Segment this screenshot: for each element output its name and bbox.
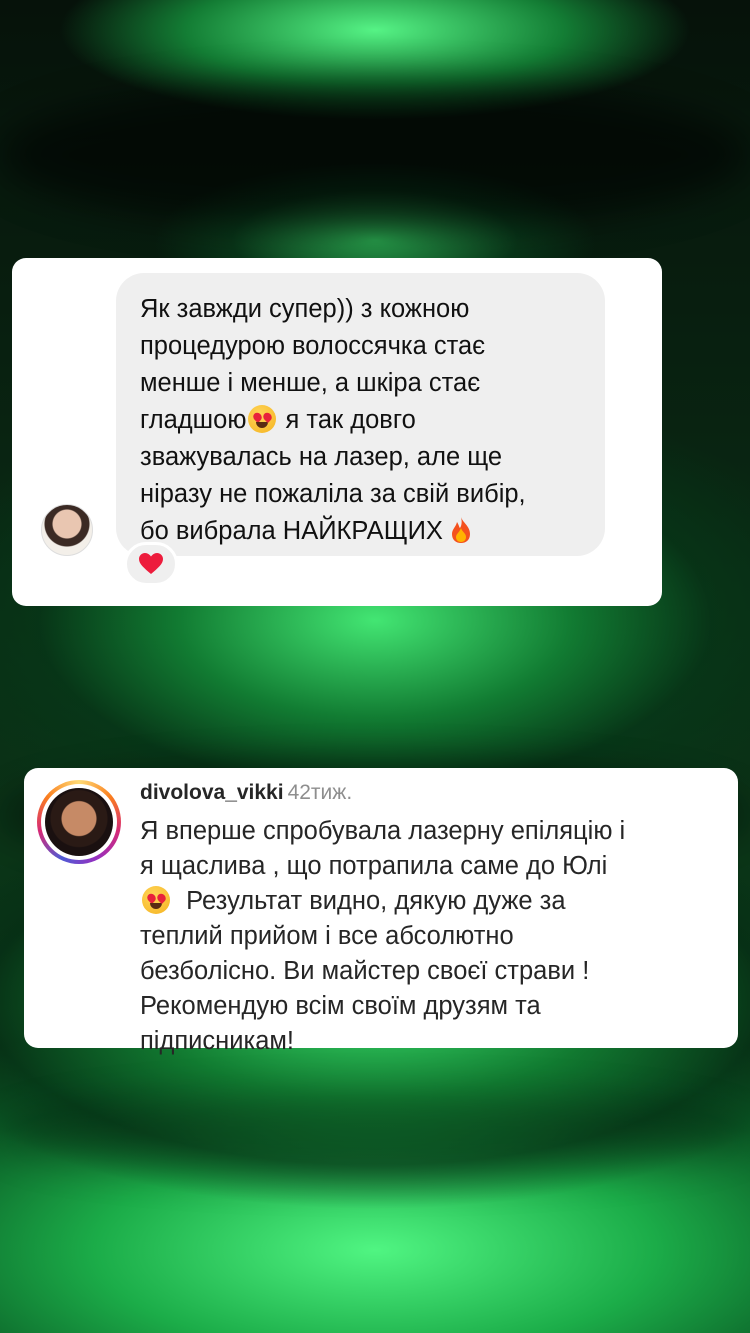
message-text: я так довго [278, 406, 416, 434]
comment-username[interactable]: divolova_vikki [140, 781, 284, 804]
heart-reaction-badge[interactable] [124, 542, 178, 586]
message-text: гладшою [140, 406, 247, 434]
background-shadow-band [0, 80, 750, 230]
message-line: зважувалась на лазер, але ще [140, 443, 503, 471]
comment-time: 42тиж. [287, 781, 353, 804]
fire-emoji-icon [452, 517, 471, 543]
message-line: Як завжди супер)) з кожною [140, 295, 470, 323]
avatar[interactable] [41, 504, 93, 556]
message-text: бо вибрала НАЙКРАЩИХ [140, 517, 443, 545]
heart-eyes-emoji-icon [248, 405, 277, 433]
heart-icon [139, 553, 163, 574]
comment-header: divolova_vikki 42тиж. [140, 780, 352, 806]
blurred-green-background [0, 0, 750, 1333]
comment-line: я щаслива , що потрапила саме до Юлі [140, 852, 608, 880]
comment-line: безболісно. Ви майстер своєї страви ! [140, 957, 590, 985]
message-line: гладшою я так довго [140, 402, 581, 439]
background-shadow-band [0, 1090, 750, 1180]
message-bubble[interactable]: Як завжди супер)) з кожною процедурою во… [116, 273, 605, 556]
comment-line: підписникам! [140, 1027, 294, 1055]
message-line: ніразу не пожаліла за свій вибір, [140, 480, 526, 508]
comment-line: теплий прийом і все абсолютно [140, 922, 514, 950]
comment-line: Результат видно, дякую дуже за [140, 884, 726, 919]
comment-line: Рекомендую всім своїм друзям та [140, 992, 541, 1020]
comment-line: Я вперше спробувала лазерну епіляцію і [140, 817, 626, 845]
message-line: процедурою волоссячка стає [140, 332, 486, 360]
commenter-avatar[interactable] [37, 780, 121, 864]
message-line: менше і менше, а шкіра стає [140, 369, 481, 397]
avatar-photo [45, 788, 113, 856]
heart-eyes-emoji-icon [142, 886, 170, 914]
comment-body: Я вперше спробувала лазерну епіляцію і я… [140, 814, 726, 1059]
comment-screenshot-card: divolova_vikki 42тиж. Я вперше спробувала… [24, 768, 738, 1055]
dm-screenshot-card: Як завжди супер)) з кожною процедурою во… [12, 258, 662, 606]
message-line: бо вибрала НАЙКРАЩИХ [140, 513, 581, 550]
comment-text: Результат видно, дякую дуже за [172, 887, 566, 915]
